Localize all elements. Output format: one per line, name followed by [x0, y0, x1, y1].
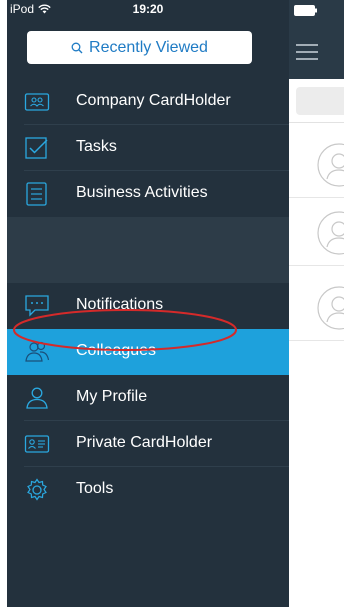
avatar-placeholder-icon — [317, 143, 344, 187]
checkbox-icon — [25, 137, 48, 159]
avatar-placeholder-icon — [317, 211, 344, 255]
app-frame: iPod 19:20 Recently Viewed Company CardH… — [7, 0, 344, 607]
avatar-placeholder-icon — [317, 286, 344, 330]
list-icon — [26, 182, 47, 206]
menu-item-label: Tasks — [76, 138, 117, 155]
side-menu: Company CardHolder Tasks Business Activi… — [7, 79, 289, 513]
list-item[interactable] — [289, 273, 344, 341]
divider — [289, 122, 344, 123]
hamburger-menu-icon[interactable] — [296, 44, 318, 60]
menu-item-label: Business Activities — [76, 184, 208, 201]
menu-item-tools[interactable]: Tools — [7, 467, 289, 513]
list-item[interactable] — [289, 130, 344, 198]
menu-item-label: Tools — [76, 480, 114, 497]
menu-item-tasks[interactable]: Tasks — [7, 125, 289, 171]
list-item[interactable] — [289, 198, 344, 266]
menu-item-label: Company CardHolder — [76, 92, 231, 109]
main-panel[interactable] — [289, 0, 344, 607]
menu-item-label: Private CardHolder — [76, 434, 213, 451]
menu-item-label: My Profile — [76, 388, 148, 405]
battery-icon — [294, 5, 317, 16]
gear-icon — [27, 478, 47, 501]
menu-item-company-cardholder[interactable]: Company CardHolder — [7, 79, 289, 125]
id-card-icon — [24, 435, 50, 453]
recently-viewed-label: Recently Viewed — [89, 38, 208, 56]
menu-item-private-cardholder[interactable]: Private CardHolder — [7, 421, 289, 467]
status-time: 19:20 — [132, 2, 164, 16]
menu-spacer — [7, 217, 289, 283]
recently-viewed-button[interactable]: Recently Viewed — [27, 31, 252, 64]
highlight-annotation — [13, 309, 237, 351]
status-bar: iPod 19:20 — [7, 0, 289, 20]
main-search-input[interactable] — [296, 87, 344, 115]
main-header — [289, 0, 344, 79]
menu-item-business-activities[interactable]: Business Activities — [7, 171, 289, 217]
sidebar: iPod 19:20 Recently Viewed Company CardH… — [7, 0, 289, 607]
person-icon — [26, 387, 48, 409]
menu-item-my-profile[interactable]: My Profile — [7, 375, 289, 421]
search-icon — [71, 42, 83, 53]
contacts-card-icon — [24, 93, 50, 111]
